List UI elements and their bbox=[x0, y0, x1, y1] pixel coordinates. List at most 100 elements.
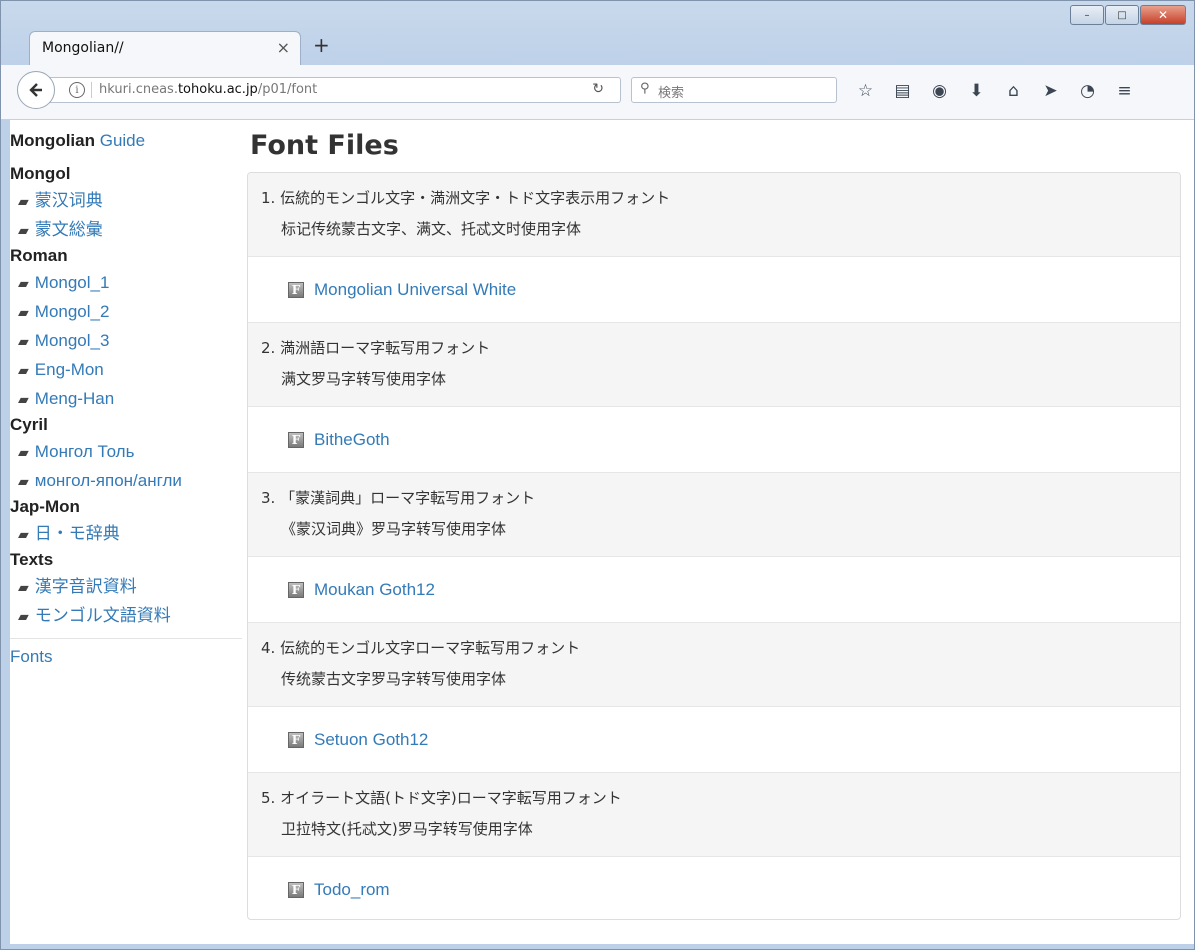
font-description-row: 3. 「蒙漢詞典」ローマ字転写用フォント《蒙汉词典》罗马字转写使用字体 bbox=[248, 473, 1180, 557]
font-download-link[interactable]: Moukan Goth12 bbox=[314, 580, 435, 600]
description-line-ja: 5. オイラート文語(トド文字)ローマ字転写用フォント bbox=[261, 789, 622, 807]
font-download-link[interactable]: Mongolian Universal White bbox=[314, 280, 516, 300]
page-title: Font Files bbox=[250, 130, 399, 161]
close-window-button[interactable]: ✕ bbox=[1140, 5, 1186, 25]
sidebar-item[interactable]: ▰ Mongol_2 bbox=[10, 297, 242, 326]
maximize-button[interactable]: □ bbox=[1105, 5, 1139, 25]
book-icon: ▰ bbox=[18, 363, 29, 379]
sidebar-item[interactable]: ▰ 蒙文総彙 bbox=[10, 215, 242, 244]
send-icon[interactable]: ➤ bbox=[1032, 79, 1069, 103]
sidebar-section-heading: Jap-Mon bbox=[10, 497, 80, 516]
description-line-zh: 满文罗马字转写使用字体 bbox=[281, 370, 447, 388]
description-line-ja: 4. 伝統的モンゴル文字ローマ字転写用フォント bbox=[261, 639, 581, 657]
sidebar-nav: Mongol ▰ 蒙汉词典 ▰ 蒙文総彙 Roman ▰ Mongol_1 ▰ Mongol_2 ▰… bbox=[10, 162, 242, 669]
description-line-zh: 标记传统蒙古文字、满文、托忒文时使用字体 bbox=[281, 220, 582, 238]
book-icon: ▰ bbox=[18, 445, 29, 461]
sidebar-item-label: Meng-Han bbox=[34, 389, 115, 408]
brand-name: Mongolian bbox=[10, 131, 95, 150]
font-file-row: F Setuon Goth12 bbox=[248, 707, 1180, 773]
book-icon: ▰ bbox=[18, 527, 29, 543]
description-line-ja: 1. 伝統的モンゴル文字・満洲文字・トド文字表示用フォント bbox=[261, 189, 671, 207]
sidebar-item[interactable]: ▰ Mongol_1 bbox=[10, 268, 242, 297]
sidebar-item[interactable]: ▰ モンゴル文語資料 bbox=[10, 601, 242, 630]
sidebar-item-label: монгол-япон/англи bbox=[34, 471, 182, 490]
menu-icon[interactable]: ≡ bbox=[1106, 79, 1143, 103]
download-icon[interactable]: ⬇ bbox=[958, 79, 995, 103]
info-icon[interactable]: i bbox=[69, 82, 85, 98]
font-download-link[interactable]: Setuon Goth12 bbox=[314, 730, 428, 750]
sidebar-section-heading: Roman bbox=[10, 246, 68, 265]
sidebar-section-heading: Mongol bbox=[10, 164, 71, 183]
book-icon: ▰ bbox=[18, 194, 29, 210]
font-list-panel: 1. 伝統的モンゴル文字・満洲文字・トド文字表示用フォント标记传统蒙古文字、满文… bbox=[247, 172, 1181, 920]
book-icon: ▰ bbox=[18, 276, 29, 292]
description-line-ja: 3. 「蒙漢詞典」ローマ字転写用フォント bbox=[261, 489, 536, 507]
font-description-row: 5. オイラート文語(トド文字)ローマ字転写用フォント卫拉特文(托忒文)罗马字转… bbox=[248, 773, 1180, 857]
book-icon: ▰ bbox=[18, 223, 29, 239]
tab-close-icon[interactable]: × bbox=[277, 38, 290, 57]
sidebar-item-label: モンゴル文語資料 bbox=[34, 606, 171, 625]
description-line-zh: 《蒙汉词典》罗马字转写使用字体 bbox=[281, 520, 507, 538]
font-description-row: 1. 伝統的モンゴル文字・満洲文字・トド文字表示用フォント标记传统蒙古文字、满文… bbox=[248, 173, 1180, 257]
sidebar-item-label: Mongol_3 bbox=[34, 331, 110, 350]
search-icon: ⚲ bbox=[640, 81, 650, 96]
sidebar-divider bbox=[10, 638, 242, 639]
sidebar-section-heading: Cyril bbox=[10, 415, 48, 434]
font-description-row: 4. 伝統的モンゴル文字ローマ字転写用フォント传统蒙古文字罗马字转写使用字体 bbox=[248, 623, 1180, 707]
font-download-link[interactable]: BitheGoth bbox=[314, 430, 390, 450]
toolbar-icons: ☆ ▤ ◉ ⬇ ⌂ ➤ ◔ ≡ bbox=[847, 79, 1143, 103]
url-text[interactable]: hkuri.cneas.tohoku.ac.jp/p01/font bbox=[99, 82, 317, 97]
font-file-icon: F bbox=[288, 281, 304, 298]
sidebar-item-label: Монгол Толь bbox=[34, 442, 135, 461]
window-controls: – □ ✕ bbox=[1070, 5, 1186, 25]
reload-icon[interactable]: ↻ bbox=[592, 81, 604, 97]
pocket-icon[interactable]: ◉ bbox=[921, 79, 958, 103]
font-file-icon: F bbox=[288, 731, 304, 748]
description-line-zh: 传统蒙古文字罗马字转写使用字体 bbox=[281, 670, 507, 688]
browser-tab[interactable]: Mongolian// × bbox=[29, 31, 301, 65]
description-line-zh: 卫拉特文(托忒文)罗马字转写使用字体 bbox=[281, 820, 533, 838]
search-placeholder: 検索 bbox=[658, 86, 685, 101]
minimize-button[interactable]: – bbox=[1070, 5, 1104, 25]
sidebar-item[interactable]: ▰ Meng-Han bbox=[10, 384, 242, 413]
sidebar-item[interactable]: ▰ Монгол Толь bbox=[10, 437, 242, 466]
reading-list-icon[interactable]: ▤ bbox=[884, 79, 921, 103]
nav-toolbar: i hkuri.cneas.tohoku.ac.jp/p01/font ↻ ⚲ … bbox=[1, 65, 1194, 120]
sidebar-item-label: 蒙文総彙 bbox=[34, 220, 103, 239]
book-icon: ▰ bbox=[18, 474, 29, 490]
font-file-icon: F bbox=[288, 431, 304, 448]
book-icon: ▰ bbox=[18, 334, 29, 350]
url-bar[interactable]: i hkuri.cneas.tohoku.ac.jp/p01/font ↻ bbox=[49, 77, 621, 103]
sidebar-item[interactable]: ▰ 日・モ辞典 bbox=[10, 519, 242, 548]
home-icon[interactable]: ⌂ bbox=[995, 79, 1032, 103]
sidebar-item-label: 日・モ辞典 bbox=[34, 524, 120, 543]
sidebar-item-label: 蒙汉词典 bbox=[34, 191, 103, 210]
sidebar-item-label: Eng-Mon bbox=[34, 360, 104, 379]
font-download-link[interactable]: Todo_rom bbox=[314, 880, 390, 900]
sidebar-item-label: Mongol_2 bbox=[34, 302, 110, 321]
bookmark-star-icon[interactable]: ☆ bbox=[847, 79, 884, 103]
sidebar: Mongolian Guide Mongol ▰ 蒙汉词典 ▰ 蒙文総彙 Roman ▰ Mo… bbox=[10, 120, 242, 944]
book-icon: ▰ bbox=[18, 392, 29, 408]
tab-title: Mongolian// bbox=[42, 40, 124, 56]
new-tab-button[interactable]: + bbox=[313, 33, 330, 57]
font-file-icon: F bbox=[288, 882, 304, 898]
sidebar-item[interactable]: ▰ Eng-Mon bbox=[10, 355, 242, 384]
book-icon: ▰ bbox=[18, 580, 29, 596]
sync-icon[interactable]: ◔ bbox=[1069, 79, 1106, 103]
search-bar[interactable]: ⚲ 検索 bbox=[631, 77, 837, 103]
back-button[interactable] bbox=[17, 71, 55, 109]
description-line-ja: 2. 満洲語ローマ字転写用フォント bbox=[261, 339, 491, 357]
back-arrow-icon bbox=[29, 83, 42, 97]
sidebar-item[interactable]: ▰ 漢字音訳資料 bbox=[10, 572, 242, 601]
sidebar-item[interactable]: ▰ Mongol_3 bbox=[10, 326, 242, 355]
sidebar-item[interactable]: ▰ монгол-япон/англи bbox=[10, 466, 242, 495]
font-file-row: F Mongolian Universal White bbox=[248, 257, 1180, 323]
sidebar-item[interactable]: ▰ 蒙汉词典 bbox=[10, 186, 242, 215]
book-icon: ▰ bbox=[18, 305, 29, 321]
sidebar-section-heading: Texts bbox=[10, 550, 54, 569]
sidebar-item-label: Mongol_1 bbox=[34, 273, 110, 292]
sidebar-item-fonts[interactable]: Fonts bbox=[10, 645, 242, 669]
book-icon: ▰ bbox=[18, 609, 29, 625]
guide-link[interactable]: Guide bbox=[100, 131, 145, 150]
